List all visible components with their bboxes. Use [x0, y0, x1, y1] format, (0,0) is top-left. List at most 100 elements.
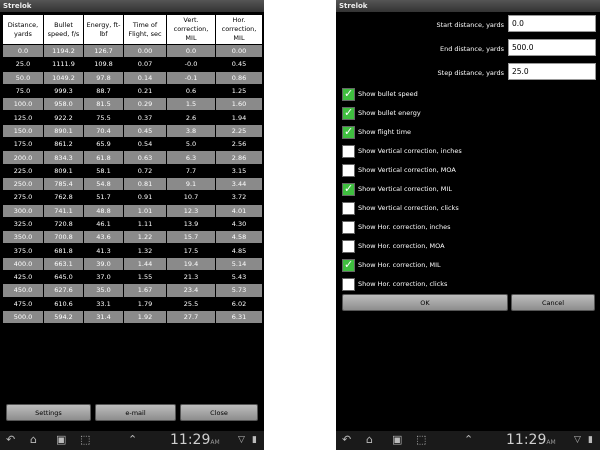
cell-distance: 25.0 — [2, 57, 44, 72]
option-label: Show Vertical correction, MIL — [358, 185, 452, 193]
cell-hor-correction: 4.30 — [215, 216, 263, 232]
option-label: Show Hor. correction, MIL — [358, 261, 441, 269]
step-distance-field[interactable] — [508, 63, 596, 80]
header-bullet-speed: Bullet speed, f/s — [43, 14, 84, 45]
option-checkbox[interactable]: ✓ — [342, 258, 355, 272]
cell-hor-correction: 6.02 — [215, 296, 263, 311]
option-checkbox[interactable]: ✓ — [342, 145, 355, 158]
check-icon: ✓ — [344, 258, 354, 271]
cell-time-of-flight: 0.54 — [123, 137, 167, 152]
back-icon[interactable]: ↶ — [342, 434, 351, 446]
cell-hor-correction: 0.45 — [215, 57, 263, 72]
recent-apps-icon[interactable]: ▣ — [392, 434, 402, 446]
cell-time-of-flight: 1.22 — [123, 230, 167, 245]
cell-vert-correction: 1.5 — [166, 97, 216, 112]
step-distance-label: Step distance, yards — [437, 69, 504, 77]
cell-time-of-flight: 0.37 — [123, 110, 167, 125]
cell-distance: 325.0 — [2, 216, 44, 232]
close-button[interactable]: Close — [180, 404, 258, 421]
cell-hor-correction: 2.56 — [215, 137, 263, 152]
screenshot-icon[interactable]: ⬚ — [416, 434, 426, 446]
settings-button[interactable]: Settings — [6, 404, 91, 421]
option-checkbox[interactable]: ✓ — [342, 221, 355, 234]
option-checkbox[interactable]: ✓ — [342, 240, 355, 253]
cell-bullet-speed: 890.1 — [43, 123, 84, 139]
cell-energy: 33.1 — [83, 296, 124, 311]
option-checkbox[interactable]: ✓ — [342, 182, 355, 196]
table-row: 350.0 700.8 43.6 1.22 15.7 4.58 — [2, 230, 263, 245]
table-header-row: Distance, yards Bullet speed, f/s Energy… — [2, 14, 263, 45]
screenshot-icon[interactable]: ⬚ — [80, 434, 90, 446]
cell-bullet-speed: 1049.2 — [43, 70, 84, 85]
option-checkbox[interactable]: ✓ — [342, 106, 355, 120]
cell-distance: 500.0 — [2, 309, 44, 325]
table-row: 475.0 610.6 33.1 1.79 25.5 6.02 — [2, 296, 263, 311]
cell-time-of-flight: 0.45 — [123, 123, 167, 139]
table-row: 125.0 922.2 75.5 0.37 2.6 1.94 — [2, 110, 263, 125]
cell-hor-correction: 2.86 — [215, 150, 263, 165]
cell-hor-correction: 6.31 — [215, 309, 263, 325]
email-button[interactable]: e-mail — [95, 404, 176, 421]
cell-bullet-speed: 785.4 — [43, 176, 84, 192]
cell-hor-correction: 5.73 — [215, 283, 263, 298]
chevron-up-icon[interactable]: ⌃ — [128, 434, 137, 446]
header-energy: Energy, ft-lbf — [83, 14, 124, 45]
table-row: 400.0 663.1 39.0 1.44 19.4 5.14 — [2, 256, 263, 272]
cell-vert-correction: 19.4 — [166, 256, 216, 272]
option-label: Show bullet energy — [358, 109, 421, 117]
cell-energy: 35.0 — [83, 283, 124, 298]
end-distance-field[interactable] — [508, 39, 596, 56]
cell-bullet-speed: 834.3 — [43, 150, 84, 165]
cell-energy: 39.0 — [83, 256, 124, 272]
option-checkbox[interactable]: ✓ — [342, 164, 355, 177]
back-icon[interactable]: ↶ — [6, 434, 15, 446]
cell-vert-correction: 0.0 — [166, 43, 216, 59]
check-icon: ✓ — [344, 125, 354, 138]
option-label: Show Vertical correction, inches — [358, 147, 462, 155]
cancel-button[interactable]: Cancel — [511, 294, 595, 311]
option-label: Show Hor. correction, MOA — [358, 242, 445, 250]
cell-energy: 97.8 — [83, 70, 124, 85]
home-icon[interactable]: ⌂ — [30, 434, 37, 446]
cell-hor-correction: 1.94 — [215, 110, 263, 125]
option-checkbox[interactable]: ✓ — [342, 202, 355, 215]
app-title-bar: Strelok — [0, 0, 264, 12]
option-checkbox[interactable]: ✓ — [342, 278, 355, 291]
chevron-up-icon[interactable]: ⌃ — [464, 434, 473, 446]
header-vert-correction: Vert. correction, MIL — [166, 14, 216, 45]
start-distance-field[interactable] — [508, 15, 596, 32]
cell-bullet-speed: 663.1 — [43, 256, 84, 272]
cell-distance: 0.0 — [2, 43, 44, 59]
recent-apps-icon[interactable]: ▣ — [56, 434, 66, 446]
cell-time-of-flight: 1.79 — [123, 296, 167, 311]
cell-energy: 58.1 — [83, 163, 124, 178]
cell-vert-correction: 3.8 — [166, 123, 216, 139]
cell-energy: 37.0 — [83, 270, 124, 285]
cell-distance: 100.0 — [2, 97, 44, 112]
table-row: 200.0 834.3 61.8 0.63 6.3 2.86 — [2, 150, 263, 165]
results-screen: Strelok Distance, yards Bullet speed, f/… — [0, 0, 264, 450]
cell-distance: 250.0 — [2, 176, 44, 192]
cell-distance: 450.0 — [2, 283, 44, 298]
cell-time-of-flight: 1.67 — [123, 283, 167, 298]
option-checkbox[interactable]: ✓ — [342, 125, 355, 139]
home-icon[interactable]: ⌂ — [366, 434, 373, 446]
option-checkbox[interactable]: ✓ — [342, 87, 355, 101]
cell-time-of-flight: 0.07 — [123, 57, 167, 72]
cell-hor-correction: 5.14 — [215, 256, 263, 272]
header-distance: Distance, yards — [2, 14, 44, 45]
cell-hor-correction: 3.44 — [215, 176, 263, 192]
table-row: 175.0 861.2 65.9 0.54 5.0 2.56 — [2, 137, 263, 152]
cell-vert-correction: -0.0 — [166, 57, 216, 72]
cell-energy: 65.9 — [83, 137, 124, 152]
option-label: Show flight time — [358, 128, 412, 136]
results-table: Distance, yards Bullet speed, f/s Energy… — [2, 14, 263, 325]
cell-distance: 150.0 — [2, 123, 44, 139]
app-title-bar: Strelok — [336, 0, 600, 12]
cell-time-of-flight: 1.01 — [123, 203, 167, 218]
check-icon: ✓ — [344, 87, 354, 100]
cell-distance: 75.0 — [2, 83, 44, 99]
battery-icon: ▮ — [588, 435, 593, 445]
cell-distance: 425.0 — [2, 270, 44, 285]
ok-button[interactable]: OK — [342, 294, 508, 311]
